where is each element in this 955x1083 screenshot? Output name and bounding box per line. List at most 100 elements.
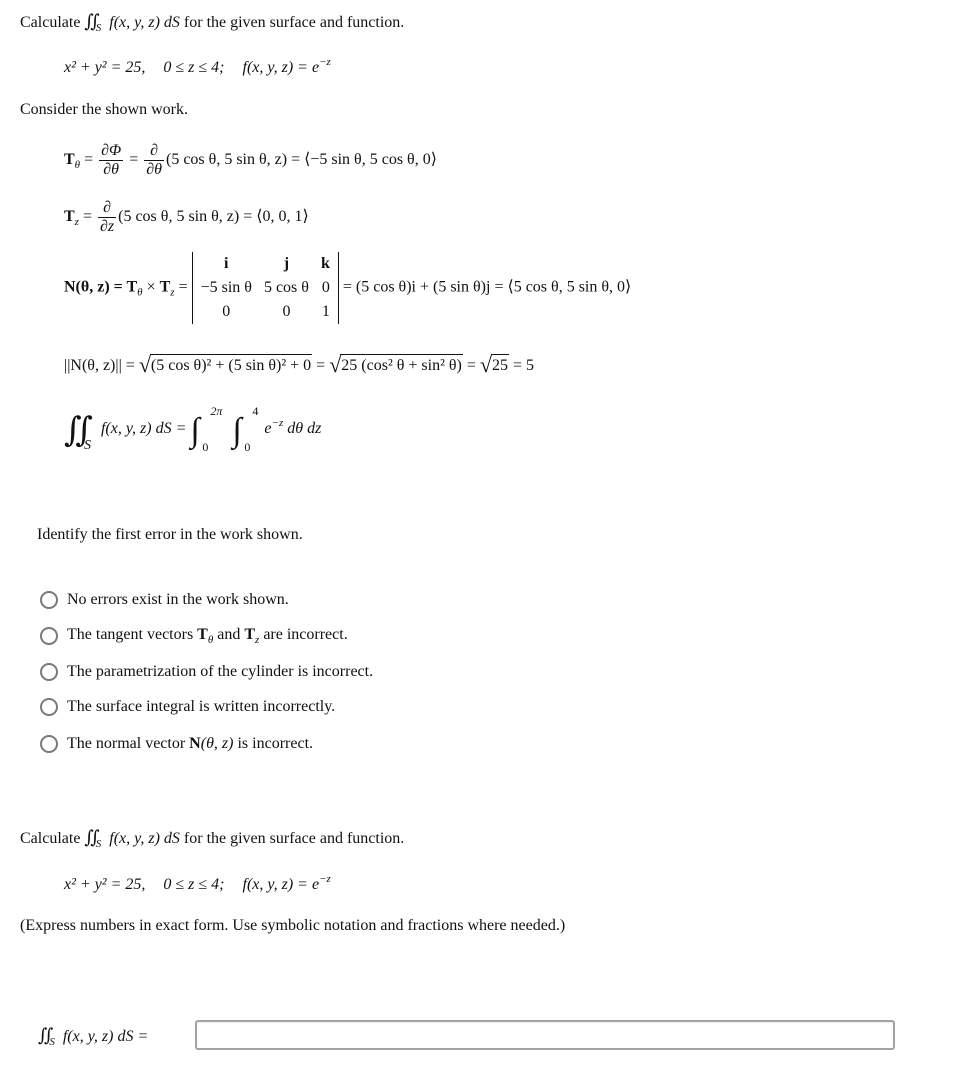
integral-symbol: ∫ [232,412,242,449]
intro-suffix: for the given surface and function. [183,830,405,847]
integral-subscript: S [95,838,102,850]
integral-lhs: f(x, y, z) dS = [100,420,187,437]
double-integral-symbol: ∬ [64,412,93,449]
surface-equation: x² + y² = 25, [64,59,146,76]
t-subscript: z [170,286,175,299]
integrand: f(x, y, z) dS [109,14,180,31]
n-symbol: N [189,735,201,752]
z-bounds: 0 ≤ z ≤ 4; [163,59,225,76]
differentials: dθ dz [287,420,322,437]
z-bounds: 0 ≤ z ≤ 4; [163,876,225,893]
integral-subscript: S [95,22,102,34]
function-equation: f(x, y, z) = e [242,876,320,893]
matrix-cell: k [320,255,330,272]
norm-result: = 5 [513,357,535,374]
surface-equation: x² + y² = 25, [64,876,146,893]
question-prompt: Identify the first error in the work sho… [37,526,303,543]
integral-setup: ∬ S f(x, y, z) dS = ∫ 2π 0 ∫ 4 0 e−z dθ d… [64,404,322,460]
option-tangent-vectors[interactable]: The tangent vectors Tθ and Tz are incorr… [40,625,348,647]
double-integral-symbol: ∬ [84,827,100,847]
integrand: f(x, y, z) dS [109,830,180,847]
radio-button[interactable] [40,663,58,681]
integrand-exponent: −z [271,417,284,429]
function-exponent: −z [319,873,331,885]
radicand: 25 (cos² θ + sin² θ) [340,354,463,375]
label-text: and [213,626,245,643]
option-label: The tangent vectors Tθ and Tz are incorr… [67,626,348,646]
equals-sign: = [466,357,476,374]
function-exponent: −z [319,56,331,68]
matrix-cell: 1 [321,303,330,320]
partial-fraction: ∂Φ ∂θ [99,142,124,179]
radio-button[interactable] [40,698,58,716]
fraction-numerator: ∂Φ [101,142,122,159]
label-text: The tangent vectors [67,626,198,643]
t-symbol: T [126,278,138,296]
norm-equation: ||N(θ, z)|| = √(5 cos θ)² + (5 sin θ)² +… [64,352,534,378]
option-surface-integral[interactable]: The surface integral is written incorrec… [40,696,335,718]
consider-text: Consider the shown work. [20,101,188,118]
radicand: 25 [491,354,509,375]
label-math: (θ, z) [200,735,234,752]
radio-button[interactable] [40,735,58,753]
surface-definition: x² + y² = 25, 0 ≤ z ≤ 4; f(x, y, z) = e−… [64,56,331,77]
outer-lower-limit: 0 [202,440,209,454]
norm-lhs: ||N(θ, z)|| = [64,357,135,374]
intro-suffix: for the given surface and function. [183,14,405,31]
radio-button[interactable] [40,591,58,609]
label-text: The normal vector [67,735,190,752]
fraction-denominator: ∂z [97,217,117,235]
t-symbol: T [197,626,208,643]
option-label: The normal vector N(θ, z) is incorrect. [67,735,313,753]
intro-prefix: Calculate [20,14,81,31]
double-integral-symbol: ∬ [84,11,100,31]
matrix-cell: 5 cos θ [263,279,309,296]
cross-symbol: × [142,278,160,296]
integral-subscript: S [49,1036,55,1048]
matrix-cell: 0 [321,279,330,296]
integral-subscript: S [84,438,91,453]
fraction-numerator: ∂ [103,199,111,216]
fraction-numerator: ∂ [150,142,159,159]
answer-label: ∬ S f(x, y, z) dS = [38,1025,148,1048]
function-equation: f(x, y, z) = e [242,59,320,76]
determinant-matrix: i j k −5 sin θ 5 cos θ 0 0 0 1 [191,252,339,324]
matrix-cell: 0 [222,303,231,320]
matrix-cell: 0 [282,303,291,320]
t-symbol: T [64,208,75,226]
fraction-denominator: ∂θ [99,160,124,179]
label-text: is incorrect. [233,735,314,752]
inner-lower-limit: 0 [244,440,251,454]
partial-operator: ∂ ∂z [97,199,117,236]
tangent-theta-equation: Tθ = ∂Φ ∂θ = ∂ ∂θ (5 cos θ, 5 sin θ, z) = ⟨… [64,142,437,179]
partial-operator: ∂ ∂θ [144,142,164,179]
matrix-cell: j [283,255,290,272]
fraction-denominator: ∂θ [144,160,164,178]
equals-sign: = [316,357,326,374]
option-normal-vector[interactable]: The normal vector N(θ, z) is incorrect. [40,733,313,755]
normal-result: = (5 cos θ)i + (5 sin θ)j = ⟨5 cos θ, 5 … [342,278,632,296]
t-symbol: T [244,626,256,643]
normal-lhs: N(θ, z) = [64,278,127,296]
integral-symbol: ∫ [190,412,200,449]
t-subscript: z [74,216,79,229]
radicand: (5 cos θ)² + (5 sin θ)² + 0 [149,354,313,375]
tangent-z-equation: Tz = ∂ ∂z (5 cos θ, 5 sin θ, z) = ⟨0, 0, 1… [64,199,309,236]
t-subscript: θ [74,159,81,172]
answer-input[interactable] [195,1020,895,1050]
label-text: are incorrect. [259,626,348,643]
t-symbol: T [159,278,171,296]
option-no-errors[interactable]: No errors exist in the work shown. [40,589,289,611]
problem2-surface-definition: x² + y² = 25, 0 ≤ z ≤ 4; f(x, y, z) = e−… [64,873,331,894]
normal-vector-equation: N(θ, z) = Tθ × Tz = i j k −5 sin θ 5 cos… [64,252,631,324]
outer-upper-limit: 2π [210,404,223,418]
sqrt-expression: √25 [480,352,509,378]
tangent-z-result: (5 cos θ, 5 sin θ, z) = ⟨0, 0, 1⟩ [118,208,309,226]
radio-button[interactable] [40,627,58,645]
problem-intro: Calculate ∬ S f(x, y, z) dS for the given… [20,11,404,34]
sqrt-expression: √25 (cos² θ + sin² θ) [329,352,463,378]
tangent-theta-result: (5 cos θ, 5 sin θ, z) = ⟨−5 sin θ, 5 cos… [166,151,437,169]
option-parametrization[interactable]: The parametrization of the cylinder is i… [40,661,373,683]
option-label: The parametrization of the cylinder is i… [67,663,374,680]
matrix-cell: −5 sin θ [200,279,252,296]
